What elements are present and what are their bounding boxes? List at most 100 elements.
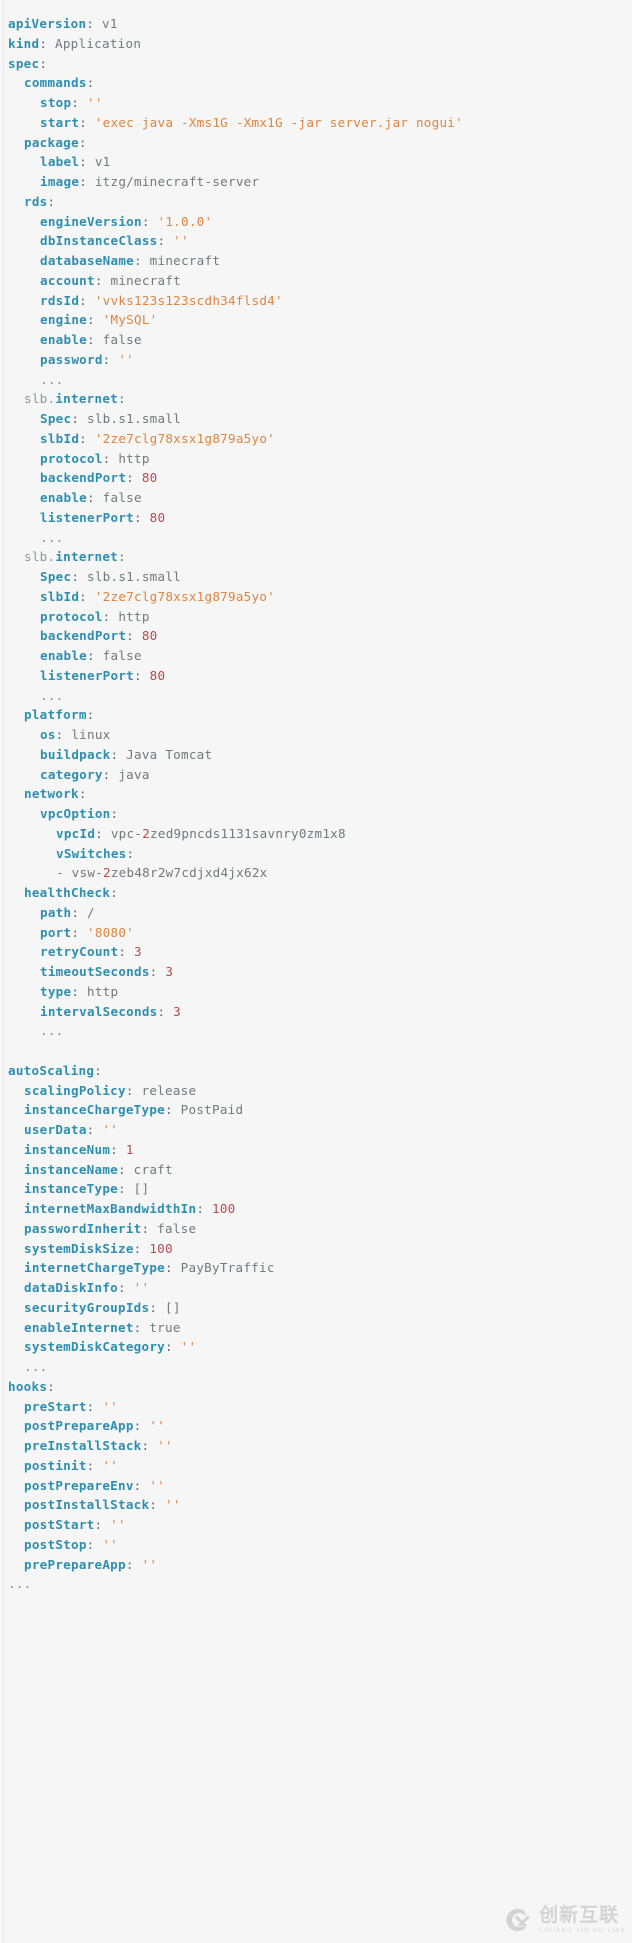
yaml-key: protocol	[40, 450, 103, 466]
yaml-value: ''	[133, 1556, 158, 1572]
yaml-colon: :	[86, 16, 95, 31]
yaml-value: 80	[134, 628, 158, 644]
yaml-key: dataDiskInfo	[24, 1280, 118, 1295]
yaml-key: internet	[55, 391, 119, 407]
yaml-value: '1.0.0'	[149, 213, 213, 229]
yaml-key: backendPort	[40, 470, 127, 486]
code-line: ...	[0, 528, 632, 548]
yaml-key: Spec	[40, 569, 72, 584]
yaml-value: 80	[134, 470, 158, 486]
code-line: userData: ''	[0, 1120, 632, 1140]
yaml-colon: :	[126, 470, 134, 486]
yaml-value: slb.s1.small	[79, 411, 182, 426]
yaml-colon: :	[79, 430, 88, 446]
yaml-value: java	[110, 766, 150, 782]
yaml-key: backendPort	[40, 628, 127, 644]
yaml-value: http	[79, 983, 119, 999]
number-token: 2	[142, 825, 151, 841]
code-line: prePrepareApp: ''	[0, 1555, 632, 1575]
code-line: protocol: http	[0, 607, 632, 627]
code-line: backendPort: 80	[0, 626, 632, 646]
yaml-colon: :	[79, 292, 88, 308]
yaml-colon: :	[87, 490, 95, 505]
yaml-value: false	[94, 332, 142, 347]
yaml-key: postinit	[24, 1457, 87, 1473]
yaml-key: slbId	[40, 430, 80, 446]
yaml-key: retryCount	[40, 944, 119, 960]
ellipsis-token: ...	[40, 687, 64, 703]
yaml-colon: :	[79, 114, 88, 130]
yaml-value: ''	[94, 1536, 119, 1552]
yaml-colon: :	[126, 845, 135, 861]
yaml-value: Java Tomcat	[118, 746, 213, 762]
code-line: enable: false	[0, 646, 632, 666]
code-line: type: http	[0, 982, 632, 1002]
code-line: slbId: '2ze7clg78xsx1g879a5yo'	[0, 587, 632, 607]
code-line: password: ''	[0, 350, 632, 370]
yaml-value: true	[141, 1319, 181, 1335]
yaml-colon: :	[71, 411, 80, 426]
yaml-key: securityGroupIds	[24, 1299, 150, 1315]
yaml-value: http	[110, 608, 150, 624]
code-line: slbId: '2ze7clg78xsx1g879a5yo'	[0, 429, 632, 449]
code-line: commands:	[0, 73, 632, 93]
ellipsis-token: ...	[40, 529, 64, 545]
yaml-value: ''	[94, 1398, 119, 1414]
yaml-value: ''	[157, 1497, 181, 1513]
yaml-value: 80	[141, 667, 166, 683]
code-line: passwordInherit: false	[0, 1219, 632, 1239]
code-line: timeoutSeconds: 3	[0, 962, 632, 982]
code-line: engineVersion: '1.0.0'	[0, 212, 632, 232]
yaml-key: stop	[40, 95, 72, 110]
yaml-colon: :	[86, 1398, 95, 1414]
yaml-key: databaseName	[40, 253, 134, 268]
yaml-colon: :	[118, 1280, 126, 1295]
yaml-colon: :	[86, 1122, 95, 1137]
yaml-key: vpcId	[56, 825, 96, 841]
code-line: ...	[0, 370, 632, 390]
yaml-colon: :	[110, 885, 118, 900]
yaml-key: account	[40, 272, 95, 288]
yaml-colon: :	[118, 1161, 126, 1177]
code-line: kind: Application	[0, 34, 632, 54]
yaml-colon: :	[149, 1497, 158, 1513]
yaml-colon: :	[134, 509, 142, 525]
code-line: systemDiskCategory: ''	[0, 1337, 632, 1357]
yaml-key: enable	[40, 648, 87, 663]
code-line: postPrepareEnv: ''	[0, 1476, 632, 1496]
yaml-colon: :	[164, 1339, 173, 1355]
yaml-code-block[interactable]: apiVersion: v1 kind: Application spec: comm…	[0, 0, 632, 1943]
yaml-colon: :	[79, 154, 88, 170]
code-line: dbInstanceClass: ''	[0, 231, 632, 251]
code-line: intervalSeconds: 3	[0, 1002, 632, 1022]
yaml-colon: :	[102, 351, 111, 367]
code-line: postInstallStack: ''	[0, 1495, 632, 1515]
yaml-colon: :	[110, 1141, 118, 1157]
yaml-colon: :	[87, 332, 95, 347]
yaml-value: ''	[172, 1339, 197, 1355]
yaml-colon: :	[79, 174, 88, 189]
code-line: slb.internet:	[0, 389, 632, 409]
yaml-colon: :	[87, 648, 95, 663]
yaml-value: []	[157, 1299, 181, 1315]
value-tail: zed9pncds1131savnry0zm1x8	[150, 825, 346, 841]
code-line: port: '8080'	[0, 923, 632, 943]
yaml-value: minecraft	[102, 272, 181, 288]
yaml-key: password	[40, 351, 103, 367]
yaml-value: PostPaid	[172, 1102, 244, 1118]
yaml-value: slb.s1.small	[79, 569, 182, 584]
code-line: - vsw-2zeb48r2w7cdjxd4jx62x	[0, 863, 632, 883]
yaml-colon: :	[95, 825, 104, 841]
yaml-key: postPrepareEnv	[24, 1477, 134, 1493]
yaml-key: network	[24, 786, 79, 802]
yaml-key: package	[24, 134, 79, 150]
yaml-key: protocol	[40, 608, 103, 624]
code-line: os: linux	[0, 725, 632, 745]
yaml-value: 3	[157, 964, 174, 979]
yaml-key: preStart	[24, 1398, 87, 1414]
yaml-colon: :	[164, 1102, 173, 1118]
ellipsis-token: ...	[40, 371, 64, 387]
yaml-key: buildpack	[40, 746, 111, 762]
code-line: preInstallStack: ''	[0, 1436, 632, 1456]
yaml-key: healthCheck	[24, 885, 111, 900]
